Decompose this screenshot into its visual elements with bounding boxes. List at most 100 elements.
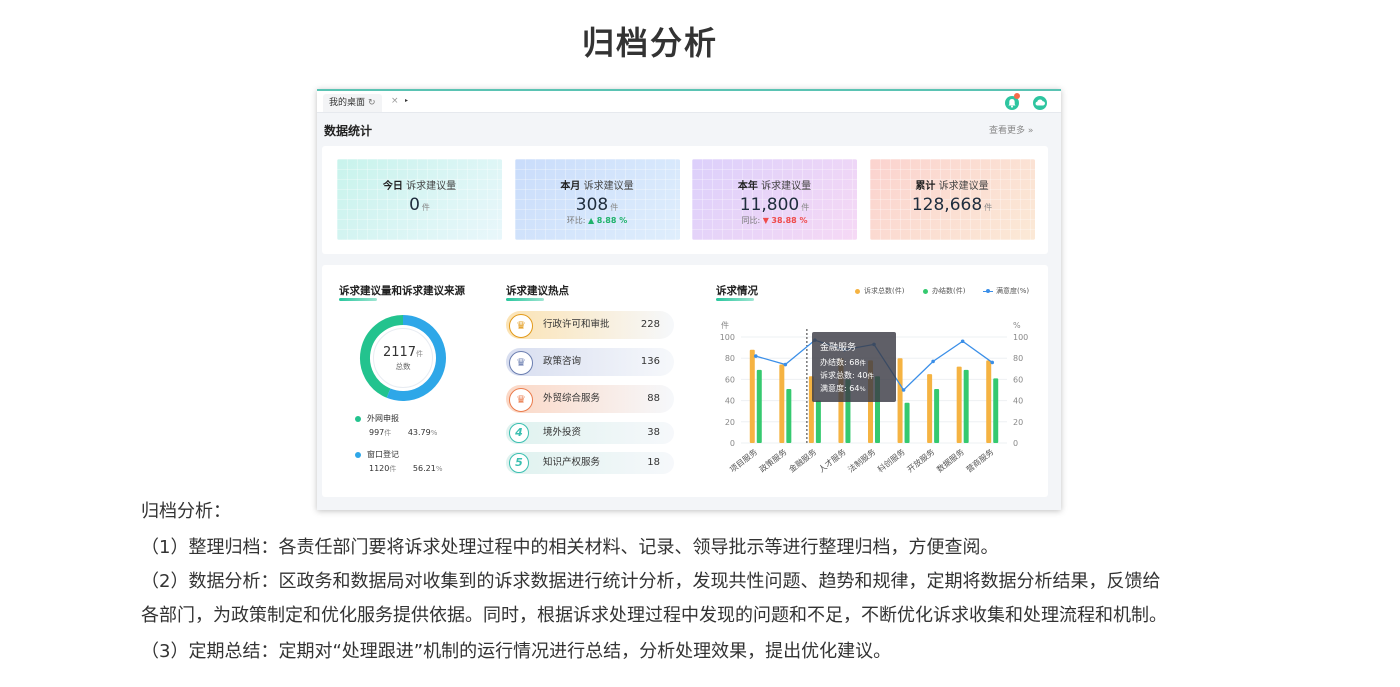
chart-bar[interactable] (786, 388, 792, 443)
line-point[interactable] (931, 359, 935, 364)
stat-card-label: 本月 诉求建议量 (560, 181, 634, 192)
tab-my-desktop[interactable]: 我的桌面 ↻ (323, 94, 382, 112)
hot-item[interactable]: ♛ 行政许可和审批 228 (506, 311, 674, 339)
chart-bar[interactable] (934, 388, 940, 443)
chevron-right-icon[interactable]: ▸ (405, 97, 408, 104)
description-heading: 归档分析： (141, 501, 231, 522)
line-point[interactable] (990, 360, 995, 365)
chart-bar[interactable] (927, 374, 933, 443)
source-title-text: 诉求建议量和诉求建议来源 (339, 285, 465, 297)
line-point[interactable] (783, 362, 788, 367)
legend-swatch-icon (923, 288, 928, 294)
hot-title: 诉求建议热点 (506, 283, 569, 301)
description-line: （3）定期总结：定期对“处理跟进”机制的运行情况进行总结，分析处理效果，提出优化… (141, 641, 892, 662)
y-tick-label: 40 (725, 397, 735, 406)
trend-down-icon: ▼ (762, 216, 769, 225)
stat-card-label: 今日 诉求建议量 (382, 181, 457, 192)
hot-item[interactable]: 5 知识产权服务 18 (506, 452, 674, 474)
dashboard-screenshot: 我的桌面 ↻ × ▸ 数据统计 查看更多 » 今日 诉求建议量 0件 本月 诉求建… (317, 89, 1061, 510)
stat-card: 累计 诉求建议量 128,668 件 (869, 159, 1035, 240)
view-more-link[interactable]: 查看更多 » (989, 123, 1033, 136)
x-tick-label: 科创服务 (875, 447, 906, 475)
hot-item[interactable]: ♛ 外贸综合服务 88 (506, 385, 674, 413)
stat-card-label: 本年 诉求建议量 (737, 181, 812, 192)
y-right-label: % (1013, 321, 1021, 330)
stat-card-value: 308 件 (575, 195, 619, 215)
chart-bar[interactable] (779, 364, 785, 443)
chart-bar[interactable] (956, 366, 962, 443)
chart-title: 诉求情况 (716, 283, 758, 301)
y-right-tick-label: 60 (1013, 375, 1023, 384)
chart-bar[interactable] (963, 369, 969, 443)
chart-legend-item[interactable]: 满意度(%) (983, 286, 1029, 296)
chart-bar[interactable] (904, 402, 910, 443)
x-tick-label: 开放服务 (905, 447, 936, 475)
total-unit: 件 (416, 350, 424, 358)
line-point[interactable] (753, 354, 758, 358)
total-value: 2117 (382, 345, 417, 360)
x-tick-label: 项目服务 (728, 447, 759, 475)
x-tick-label: 营商服务 (964, 447, 995, 475)
chart-legend-item[interactable]: 办结数(件) (923, 286, 965, 296)
line-point[interactable] (901, 388, 906, 392)
legend-dot-icon (355, 415, 361, 422)
chart-bar[interactable] (815, 400, 821, 443)
legend-dot-icon (355, 451, 361, 458)
y-right-tick-label: 0 (1013, 439, 1018, 448)
y-tick-label: 80 (725, 354, 735, 363)
x-tick-label: 法制服务 (846, 447, 877, 475)
tooltip-row: 办结数: 68件 (820, 358, 866, 367)
y-tick-label: 20 (725, 418, 735, 427)
line-point[interactable] (960, 339, 965, 344)
section-title: 数据统计 (324, 124, 373, 138)
rank-badge-icon: ♛ (509, 388, 533, 412)
rank-number: 4 (509, 423, 529, 443)
x-tick-label: 金融服务 (787, 447, 818, 475)
y-tick-label: 0 (730, 439, 735, 448)
chart-legend-item[interactable]: 诉求总数(件) (855, 286, 904, 296)
tooltip-title: 金融服务 (820, 343, 857, 353)
hot-item[interactable]: 4 境外投资 38 (506, 422, 674, 444)
y-left-label: 件 (721, 320, 729, 330)
chart-title-text: 诉求情况 (716, 285, 758, 297)
rank-badge-icon: ♛ (509, 351, 533, 375)
description-line: （2）数据分析：区政务和数据局对收集到的诉求数据进行统计分析，发现共性问题、趋势… (141, 571, 1161, 592)
y-right-tick-label: 20 (1013, 418, 1023, 427)
y-right-tick-label: 40 (1013, 397, 1023, 406)
x-tick-label: 人才服务 (816, 447, 847, 475)
x-tick-label: 数据服务 (935, 447, 966, 475)
chart-bar[interactable] (749, 349, 755, 443)
source-legend-item: 窗口登记 1120件 56.21% (355, 449, 442, 474)
refresh-icon[interactable]: ↻ (368, 98, 376, 108)
y-tick-label: 100 (720, 333, 735, 342)
hot-title-text: 诉求建议热点 (506, 285, 569, 297)
close-icon[interactable]: × (391, 96, 399, 106)
cloud-icon[interactable] (1033, 96, 1047, 110)
x-tick-label: 政策服务 (757, 447, 788, 475)
donut-center: 2117件 总数 (370, 345, 436, 372)
chart-bar[interactable] (897, 358, 903, 443)
tooltip-row: 满意度: 64% (820, 384, 866, 393)
source-title: 诉求建议量和诉求建议来源 (339, 283, 465, 301)
tab-bar: 我的桌面 ↻ × ▸ (317, 89, 1061, 113)
chart-tooltip: 金融服务 办结数: 68件 诉求总数: 40件 满意度: 64% (812, 332, 896, 402)
stat-card-value: 11,800 件 (739, 195, 810, 215)
y-tick-label: 60 (725, 375, 735, 384)
page-title: 归档分析 (581, 24, 718, 62)
chart-bar[interactable] (986, 360, 992, 443)
description-line: （1）整理归档：各责任部门要将诉求处理过程中的相关材料、记录、领导批示等进行整理… (141, 537, 999, 558)
stat-card: 本月 诉求建议量 308 件 环比: ▲ 8.88 % (514, 159, 680, 240)
chart-bar[interactable] (993, 378, 999, 443)
stat-card: 今日 诉求建议量 0件 (337, 159, 502, 240)
chart-bar[interactable] (756, 369, 762, 443)
y-right-tick-label: 100 (1013, 333, 1028, 342)
rank-number: 5 (509, 453, 529, 473)
stat-card-value: 0件 (409, 195, 430, 215)
trend-up-icon: ▲ (588, 216, 595, 225)
tooltip-row: 诉求总数: 40件 (820, 371, 874, 380)
hot-item[interactable]: ♛ 政策咨询 136 (506, 348, 674, 376)
total-label: 总数 (395, 362, 411, 371)
notification-badge (1014, 93, 1020, 99)
tab-label: 我的桌面 (329, 98, 366, 108)
description-line: 各部门，为政策制定和优化服务提供依据。同时，根据诉求处理过程中发现的问题和不足，… (141, 605, 1167, 626)
